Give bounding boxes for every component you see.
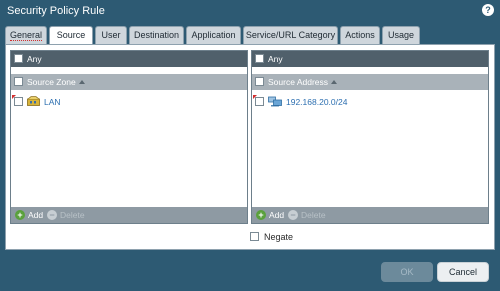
negate-label: Negate (264, 232, 294, 242)
column-header-label: Source Address (268, 77, 329, 87)
zone-icon (27, 96, 40, 108)
security-policy-rule-dialog: Security Policy Rule ? General Source Us… (0, 0, 500, 291)
tab-user[interactable]: User (95, 26, 127, 45)
any-label: Any (27, 54, 42, 64)
any-checkbox[interactable] (255, 54, 264, 63)
minus-icon: − (288, 210, 298, 220)
tab-label: Actions (345, 30, 375, 40)
tab-label: Destination (133, 30, 180, 40)
panel-footer: + Add − Delete (252, 207, 488, 223)
tab-application[interactable]: Application (186, 26, 241, 45)
tab-label: General (9, 30, 43, 41)
source-zone-panel: Any Source Zone LAN + Add − Delete (10, 50, 248, 224)
tab-label: Service/URL Category (245, 30, 336, 40)
tab-label: Source (56, 30, 86, 40)
plus-icon: + (256, 210, 266, 220)
zone-link[interactable]: LAN (44, 97, 61, 107)
title-bar: Security Policy Rule ? (0, 0, 500, 22)
source-zone-column-header[interactable]: Source Zone (11, 74, 247, 90)
any-label: Any (268, 54, 283, 64)
tab-bar: General Source User Destination Applicat… (5, 26, 495, 46)
any-bar: Any (252, 51, 488, 67)
any-bar: Any (11, 51, 247, 67)
plus-icon: + (15, 210, 25, 220)
tab-usage[interactable]: Usage (382, 26, 420, 45)
tab-label: Usage (387, 30, 414, 40)
tab-content-source: Any Source Zone LAN + Add − Delete Any S… (5, 44, 495, 250)
negate-checkbox[interactable] (250, 232, 259, 241)
network-address-icon (268, 96, 282, 109)
tab-label: User (101, 30, 121, 40)
column-header-label: Source Zone (27, 77, 76, 87)
source-address-panel: Any Source Address 192.168.20.0/24 + Add… (251, 50, 489, 224)
sort-ascending-icon (331, 80, 338, 84)
tab-general[interactable]: General (5, 26, 47, 45)
list-item[interactable]: 192.168.20.0/24 (252, 95, 488, 109)
row-checkbox[interactable] (14, 97, 23, 106)
cancel-button[interactable]: Cancel (437, 262, 489, 282)
tab-destination[interactable]: Destination (129, 26, 184, 45)
ok-button[interactable]: OK (381, 262, 433, 282)
any-checkbox[interactable] (14, 54, 23, 63)
address-link[interactable]: 192.168.20.0/24 (286, 97, 347, 107)
select-all-checkbox[interactable] (14, 77, 23, 86)
panel-footer: + Add − Delete (11, 207, 247, 223)
source-address-column-header[interactable]: Source Address (252, 74, 488, 90)
minus-icon: − (47, 210, 57, 220)
sort-ascending-icon (78, 80, 85, 84)
tab-source[interactable]: Source (49, 26, 93, 46)
row-checkbox[interactable] (255, 97, 264, 106)
select-all-checkbox[interactable] (255, 77, 264, 86)
list-item[interactable]: LAN (11, 95, 247, 109)
question-icon[interactable]: ? (482, 4, 494, 16)
tab-label: Application (191, 30, 236, 40)
tab-actions[interactable]: Actions (340, 26, 380, 45)
tab-service-url-category[interactable]: Service/URL Category (243, 26, 338, 45)
dialog-title: Security Policy Rule (7, 5, 105, 17)
